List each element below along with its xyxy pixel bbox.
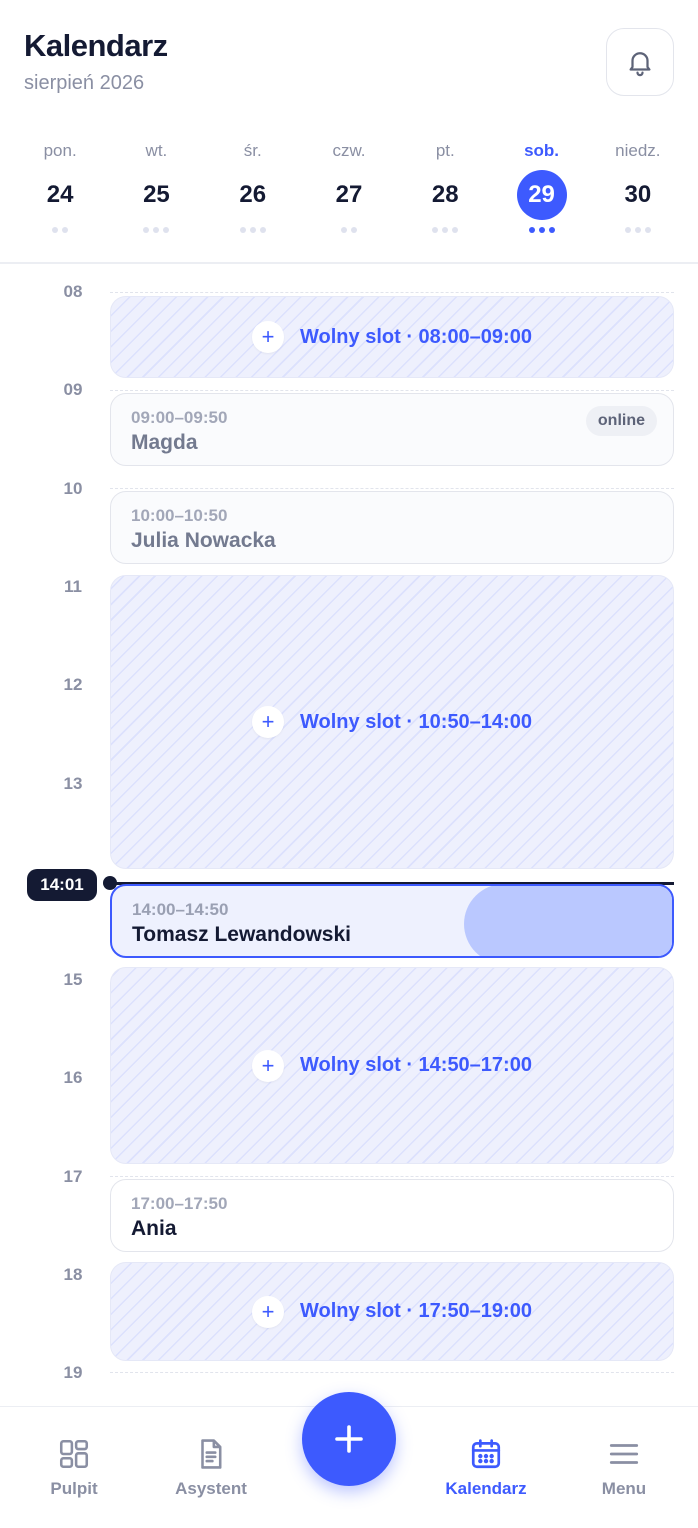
hour-label: 08 — [63, 282, 83, 301]
free-slot[interactable]: + Wolny slot · 10:50–14:00 — [110, 575, 674, 869]
day-name: pt. — [435, 141, 455, 160]
day-number: 24 — [46, 181, 74, 208]
free-slot[interactable]: + Wolny slot · 08:00–09:00 — [110, 296, 674, 378]
nav-label: Kalendarz — [445, 1479, 527, 1498]
menu-icon — [609, 1444, 639, 1464]
nav-asystent[interactable]: Asystent — [151, 1437, 271, 1499]
current-time-tag: 14:01 — [27, 869, 97, 901]
hour-gridline — [110, 390, 674, 391]
nav-pulpit[interactable]: Pulpit — [14, 1437, 134, 1499]
free-slot[interactable]: + Wolny slot · 17:50–19:00 — [110, 1262, 674, 1361]
notifications-button[interactable] — [606, 28, 674, 96]
hour-label: 15 — [63, 970, 83, 989]
day-tue[interactable]: wt. 25 — [108, 138, 204, 248]
document-icon — [201, 1439, 222, 1469]
hour-gridline — [110, 1176, 674, 1177]
hour-gridline — [110, 488, 674, 489]
day-name: czw. — [332, 141, 366, 160]
day-sat-selected[interactable]: sob. 29 — [493, 138, 589, 248]
add-appointment-button[interactable] — [302, 1392, 396, 1486]
appointment-time: 10:00–10:50 — [131, 506, 228, 525]
hour-label: 11 — [64, 577, 82, 596]
event-dots — [340, 226, 357, 234]
appointment-client: Magda — [131, 431, 198, 454]
hour-label: 10 — [63, 479, 83, 498]
appointment-card[interactable]: 09:00–09:50 Magda online — [110, 393, 674, 466]
month-label[interactable]: sierpień 2026 — [24, 72, 144, 95]
day-fri[interactable]: pt. 28 — [397, 138, 493, 248]
appointment-card-current[interactable]: 14:00–14:50 Tomasz Lewandowski — [110, 884, 674, 958]
calendar-icon — [471, 1439, 501, 1469]
day-number: 28 — [431, 181, 459, 208]
event-dots — [432, 226, 459, 234]
hour-label: 16 — [63, 1068, 83, 1087]
nav-menu[interactable]: Menu — [564, 1437, 684, 1499]
hour-label: 13 — [63, 774, 83, 793]
day-name: pon. — [43, 141, 77, 160]
day-name: śr. — [243, 141, 262, 160]
appointment-client: Ania — [131, 1217, 177, 1240]
nav-label: Asystent — [175, 1479, 247, 1498]
day-name: wt. — [145, 141, 168, 160]
day-number: 26 — [239, 181, 267, 208]
day-number: 25 — [143, 181, 170, 208]
nav-label: Pulpit — [50, 1479, 98, 1498]
free-slot-label: Wolny slot · 14:50–17:00 — [300, 1054, 532, 1076]
day-name: sob. — [524, 141, 560, 160]
page-title: Kalendarz — [24, 28, 168, 63]
nav-label: Menu — [601, 1479, 647, 1498]
day-name: niedz. — [615, 141, 661, 160]
day-timeline[interactable]: 08 09 10 11 12 13 15 16 17 18 19 + Wolny… — [0, 264, 698, 1404]
free-slot-label: Wolny slot · 08:00–09:00 — [300, 325, 532, 348]
event-dots — [239, 226, 266, 234]
hour-gridline — [110, 292, 674, 293]
plus-icon: + — [252, 706, 285, 738]
day-number: 29 — [516, 170, 567, 220]
event-dots — [624, 226, 651, 234]
day-wed[interactable]: śr. 26 — [205, 138, 301, 248]
appointment-card[interactable]: 17:00–17:50 Ania — [110, 1179, 674, 1252]
plus-icon: + — [252, 1049, 285, 1082]
hour-label: 12 — [63, 675, 83, 694]
appointment-client: Tomasz Lewandowski — [132, 923, 351, 946]
free-slot[interactable]: + Wolny slot · 14:50–17:00 — [110, 967, 674, 1164]
appointment-client: Julia Nowacka — [131, 529, 276, 552]
appointment-time: 09:00–09:50 — [131, 408, 228, 427]
hour-gridline — [110, 1372, 674, 1373]
day-sun[interactable]: niedz. 30 — [590, 138, 686, 248]
hour-label: 09 — [63, 380, 83, 399]
nav-kalendarz[interactable]: Kalendarz — [426, 1437, 546, 1499]
event-dots — [52, 226, 69, 234]
appointment-card[interactable]: 10:00–10:50 Julia Nowacka — [110, 491, 674, 564]
free-slot-label: Wolny slot · 17:50–19:00 — [300, 1300, 532, 1322]
appointment-time: 14:00–14:50 — [132, 900, 229, 919]
hour-label: 18 — [63, 1265, 83, 1284]
plus-icon: + — [252, 321, 285, 353]
day-number: 30 — [624, 181, 652, 208]
appointment-time: 17:00–17:50 — [131, 1194, 228, 1213]
plus-icon — [335, 1425, 363, 1453]
day-thu[interactable]: czw. 27 — [301, 138, 397, 248]
week-strip: pon. 24 wt. 25 śr. 26 czw. 27 pt. 28 sob… — [12, 138, 686, 248]
hour-label: 17 — [63, 1167, 83, 1186]
event-dots — [143, 226, 170, 234]
grid-icon — [59, 1439, 89, 1469]
event-dots — [528, 226, 555, 234]
online-badge: online — [585, 406, 657, 436]
hour-label: 19 — [63, 1363, 83, 1382]
day-mon[interactable]: pon. 24 — [12, 138, 108, 248]
free-slot-label: Wolny slot · 10:50–14:00 — [300, 710, 532, 733]
plus-icon: + — [252, 1295, 285, 1328]
day-number: 27 — [335, 181, 363, 208]
bell-icon — [629, 52, 651, 77]
app-header: Kalendarz sierpień 2026 — [0, 0, 698, 120]
